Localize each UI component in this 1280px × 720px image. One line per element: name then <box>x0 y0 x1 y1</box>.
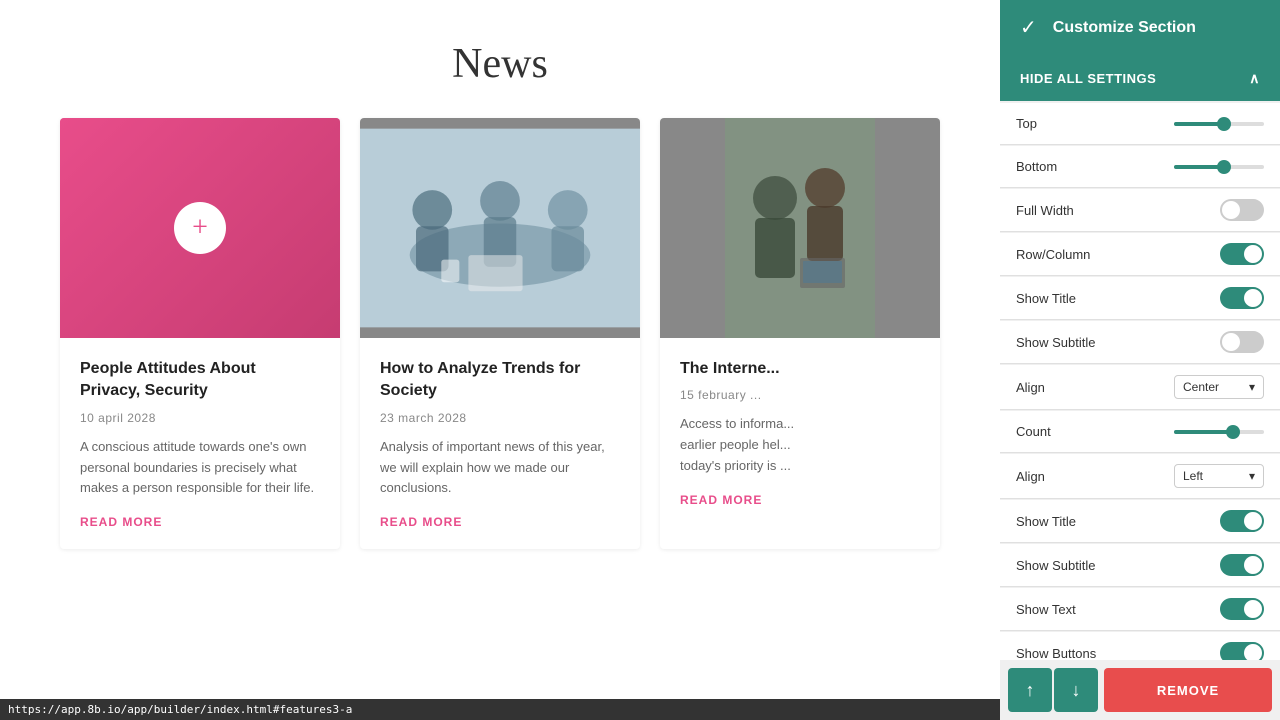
setting-row-row-column: Row/Column <box>1000 233 1280 276</box>
add-button[interactable]: + <box>174 202 226 254</box>
chevron-down-icon-1: ▾ <box>1249 380 1255 394</box>
setting-row-bottom: Bottom <box>1000 146 1280 188</box>
setting-label-show-title-2: Show Title <box>1016 514 1076 529</box>
chevron-up-icon: ∧ <box>1249 70 1260 87</box>
setting-label-full-width: Full Width <box>1016 203 1074 218</box>
card-1-title: People Attitudes About Privacy, Security <box>80 358 320 403</box>
dropdown-align-1-value: Center <box>1183 380 1219 394</box>
setting-label-align-1: Align <box>1016 380 1045 395</box>
card-1-body: People Attitudes About Privacy, Security… <box>60 338 340 549</box>
setting-label-show-title-1: Show Title <box>1016 291 1076 306</box>
card-2-text: Analysis of important news of this year,… <box>380 437 620 499</box>
slider-top[interactable] <box>1174 122 1264 126</box>
setting-row-align-2: Align Left ▾ <box>1000 454 1280 499</box>
toggle-show-title-2[interactable] <box>1220 510 1264 532</box>
setting-label-show-buttons: Show Buttons <box>1016 646 1096 661</box>
card-3-date: 15 february ... <box>680 388 920 402</box>
setting-label-count: Count <box>1016 424 1051 439</box>
toggle-show-text[interactable] <box>1220 598 1264 620</box>
news-section: News + People Attitudes About Privacy, S… <box>0 0 1000 589</box>
setting-label-bottom: Bottom <box>1016 159 1057 174</box>
toggle-show-subtitle-2[interactable] <box>1220 554 1264 576</box>
setting-row-align-1: Align Center ▾ <box>1000 365 1280 410</box>
card-1-read-more[interactable]: READ MORE <box>80 515 320 529</box>
card-3: The Interne... 15 february ... Access to… <box>660 118 940 549</box>
panel-footer: ↑ ↓ REMOVE <box>1000 660 1280 720</box>
dropdown-align-2-value: Left <box>1183 469 1203 483</box>
move-up-button[interactable]: ↑ <box>1008 668 1052 712</box>
check-icon: ✓ <box>1020 15 1037 40</box>
card-1-text: A conscious attitude towards one's own p… <box>80 437 320 499</box>
card-2-read-more[interactable]: READ MORE <box>380 515 620 529</box>
main-content: News + People Attitudes About Privacy, S… <box>0 0 1000 720</box>
setting-row-show-buttons: Show Buttons <box>1000 632 1280 660</box>
card-3-body: The Interne... 15 february ... Access to… <box>660 338 940 527</box>
setting-label-top: Top <box>1016 116 1037 131</box>
setting-row-count: Count <box>1000 411 1280 453</box>
card-2-image <box>360 118 640 338</box>
status-bar: https://app.8b.io/app/builder/index.html… <box>0 699 1000 720</box>
card-2-body: How to Analyze Trends for Society 23 mar… <box>360 338 640 549</box>
toggle-show-title-1[interactable] <box>1220 287 1264 309</box>
right-panel: ✓ Customize Section HIDE ALL SETTINGS ∧ … <box>1000 0 1280 720</box>
card-1-date: 10 april 2028 <box>80 411 320 425</box>
settings-list: Top Bottom Full Width <box>1000 103 1280 660</box>
setting-row-full-width: Full Width <box>1000 189 1280 232</box>
toggle-row-column[interactable] <box>1220 243 1264 265</box>
slider-bottom[interactable] <box>1174 165 1264 169</box>
setting-row-show-subtitle-1: Show Subtitle <box>1000 321 1280 364</box>
card-2-title: How to Analyze Trends for Society <box>380 358 620 403</box>
dropdown-align-2[interactable]: Left ▾ <box>1174 464 1264 488</box>
setting-row-show-text: Show Text <box>1000 588 1280 631</box>
news-heading: News <box>60 40 940 88</box>
card-3-title: The Interne... <box>680 358 920 380</box>
panel-header: ✓ Customize Section <box>1000 0 1280 55</box>
toggle-show-subtitle-1[interactable] <box>1220 331 1264 353</box>
slider-count[interactable] <box>1174 430 1264 434</box>
chevron-down-icon-2: ▾ <box>1249 469 1255 483</box>
card-3-text: Access to informa...earlier people hel..… <box>680 414 920 476</box>
setting-row-top: Top <box>1000 103 1280 145</box>
cards-grid: + People Attitudes About Privacy, Securi… <box>60 118 940 549</box>
move-down-button[interactable]: ↓ <box>1054 668 1098 712</box>
card-3-image <box>660 118 940 338</box>
setting-label-row-column: Row/Column <box>1016 247 1090 262</box>
remove-button[interactable]: REMOVE <box>1104 668 1272 712</box>
hide-all-settings-button[interactable]: HIDE ALL SETTINGS ∧ <box>1000 55 1280 101</box>
setting-row-show-subtitle-2: Show Subtitle <box>1000 544 1280 587</box>
card-1: + People Attitudes About Privacy, Securi… <box>60 118 340 549</box>
setting-row-show-title-1: Show Title <box>1000 277 1280 320</box>
toggle-show-buttons[interactable] <box>1220 642 1264 660</box>
dropdown-align-1[interactable]: Center ▾ <box>1174 375 1264 399</box>
card-2-date: 23 march 2028 <box>380 411 620 425</box>
setting-label-show-text: Show Text <box>1016 602 1076 617</box>
setting-label-show-subtitle-2: Show Subtitle <box>1016 558 1096 573</box>
toggle-full-width[interactable] <box>1220 199 1264 221</box>
panel-title: Customize Section <box>1053 19 1196 37</box>
setting-label-show-subtitle-1: Show Subtitle <box>1016 335 1096 350</box>
hide-btn-label: HIDE ALL SETTINGS <box>1020 71 1156 86</box>
card-1-image: + <box>60 118 340 338</box>
card-3-read-more[interactable]: READ MORE <box>680 493 920 507</box>
setting-row-show-title-2: Show Title <box>1000 500 1280 543</box>
setting-label-align-2: Align <box>1016 469 1045 484</box>
card-2: How to Analyze Trends for Society 23 mar… <box>360 118 640 549</box>
